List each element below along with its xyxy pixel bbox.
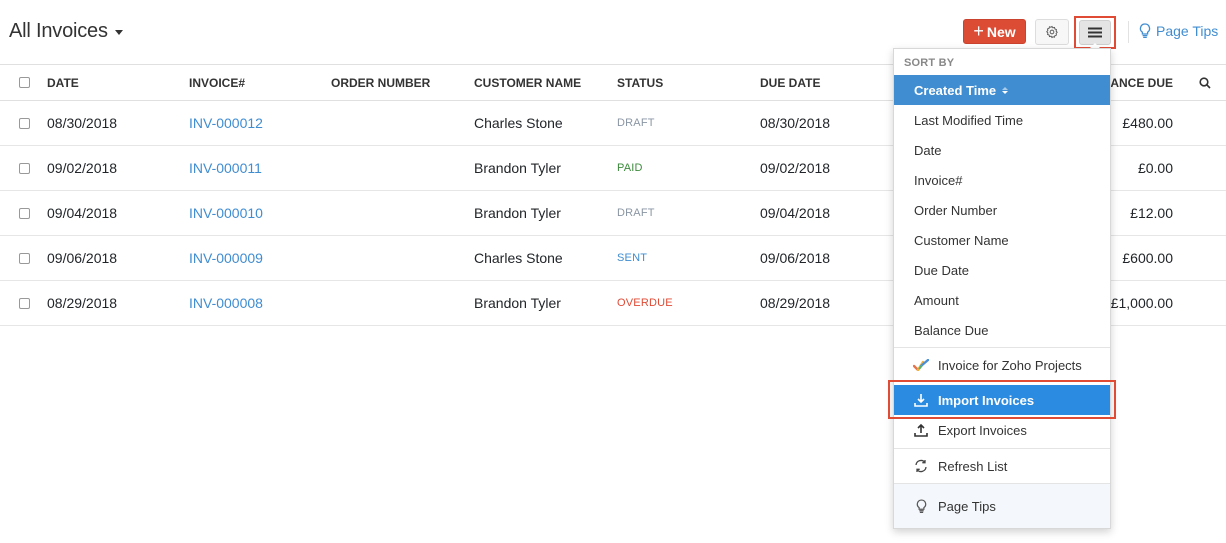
menu-item-label: Export Invoices	[938, 422, 1027, 438]
column-header-customer-name[interactable]: CUSTOMER NAME	[474, 65, 581, 100]
divider	[894, 448, 1110, 449]
column-header-due-date[interactable]: DUE DATE	[760, 65, 820, 100]
sort-option-created-time[interactable]: Created Time	[894, 75, 1110, 105]
customer-name: Brandon Tyler	[474, 295, 561, 311]
sort-option-label: Date	[914, 142, 942, 158]
due-date: 08/29/2018	[760, 295, 831, 311]
new-invoice-button[interactable]: + New	[963, 19, 1026, 44]
new-button-label: New	[986, 23, 1016, 40]
refresh-icon	[912, 459, 930, 473]
status-badge: OVERDUE	[617, 297, 673, 309]
divider	[1128, 21, 1129, 43]
sort-option-label: Last Modified Time	[914, 112, 1024, 128]
sort-direction-icon[interactable]	[1002, 86, 1009, 94]
balance-due: £600.00	[1122, 250, 1173, 266]
zoho-projects-icon	[912, 359, 930, 371]
menu-item-page-tips[interactable]: Page Tips	[894, 484, 1110, 528]
search-button[interactable]	[1199, 65, 1211, 100]
invoice-number-link[interactable]: INV-000010	[189, 191, 263, 235]
sort-option-invoice[interactable]: Invoice#	[894, 165, 1110, 195]
export-icon	[912, 423, 930, 437]
invoice-date: 09/04/2018	[47, 205, 118, 221]
sort-option-date[interactable]: Date	[894, 135, 1110, 165]
customer-name: Brandon Tyler	[474, 205, 561, 221]
hamburger-icon	[1088, 27, 1102, 38]
invoice-number-link[interactable]: INV-000009	[189, 236, 263, 280]
row-checkbox[interactable]	[19, 101, 31, 145]
sort-option-label: Customer Name	[914, 232, 1009, 248]
menu-item-label: Refresh List	[938, 458, 1008, 474]
row-checkbox[interactable]	[19, 281, 31, 325]
customer-name: Charles Stone	[474, 250, 563, 266]
column-header-balance-due[interactable]: LANCE DUE	[1103, 65, 1173, 100]
invoice-number-link[interactable]: INV-000008	[189, 281, 263, 325]
sort-option-label: Order Number	[914, 202, 998, 218]
sort-option-label: Invoice#	[914, 172, 963, 188]
divider	[894, 347, 1110, 348]
more-options-button[interactable]	[1079, 20, 1111, 45]
due-date: 09/06/2018	[760, 250, 831, 266]
invoice-date: 09/06/2018	[47, 250, 118, 266]
search-icon	[1199, 76, 1211, 89]
view-selector[interactable]: All Invoices	[9, 20, 123, 43]
sort-option-customer-name[interactable]: Customer Name	[894, 225, 1110, 255]
balance-due: £0.00	[1137, 160, 1173, 176]
page-title: All Invoices	[9, 20, 108, 42]
row-checkbox[interactable]	[19, 191, 31, 235]
status-badge: DRAFT	[617, 207, 655, 219]
customer-name: Charles Stone	[474, 115, 563, 131]
lightbulb-icon	[1139, 23, 1151, 39]
sort-option-due-date[interactable]: Due Date	[894, 255, 1110, 285]
sort-option-label: Amount	[914, 292, 959, 308]
status-badge: DRAFT	[617, 117, 655, 129]
column-header-date[interactable]: DATE	[47, 65, 79, 100]
invoice-date: 08/29/2018	[47, 295, 118, 311]
sort-option-amount[interactable]: Amount	[894, 285, 1110, 315]
column-header-invoice[interactable]: INVOICE#	[189, 65, 245, 100]
customer-name: Brandon Tyler	[474, 160, 561, 176]
invoice-date: 08/30/2018	[47, 115, 118, 131]
balance-due: £12.00	[1130, 205, 1173, 221]
settings-button[interactable]	[1035, 19, 1069, 45]
menu-item-label: Invoice for Zoho Projects	[938, 357, 1082, 373]
menu-item-import-invoices[interactable]: Import Invoices	[894, 385, 1110, 415]
invoice-date: 09/02/2018	[47, 160, 118, 176]
row-checkbox[interactable]	[19, 236, 31, 280]
status-badge: SENT	[617, 252, 648, 264]
caret-down-icon	[114, 30, 123, 35]
balance-due: £480.00	[1122, 115, 1173, 131]
menu-item-export-invoices[interactable]: Export Invoices	[894, 415, 1110, 445]
balance-due: £1,000.00	[1110, 295, 1173, 311]
menu-item-refresh-list[interactable]: Refresh List	[894, 450, 1110, 482]
page-tips-link[interactable]: Page Tips	[1139, 23, 1218, 39]
gear-icon	[1046, 25, 1058, 39]
sort-option-label: Created Time	[914, 82, 997, 98]
menu-item-label: Page Tips	[938, 498, 996, 514]
more-options-dropdown: SORT BY Created Time Last Modified Time Da…	[893, 48, 1111, 529]
row-checkbox[interactable]	[19, 146, 31, 190]
sort-by-label: SORT BY	[904, 57, 955, 69]
lightbulb-icon	[912, 498, 930, 514]
sort-option-label: Balance Due	[914, 322, 989, 338]
plus-icon: +	[973, 20, 984, 41]
status-badge: PAID	[617, 162, 643, 174]
due-date: 09/04/2018	[760, 205, 831, 221]
page-tips-label: Page Tips	[1156, 23, 1219, 39]
menu-item-invoice-for-zoho-projects[interactable]: Invoice for Zoho Projects	[894, 350, 1110, 380]
sort-option-order-number[interactable]: Order Number	[894, 195, 1110, 225]
sort-option-balance-due[interactable]: Balance Due	[894, 315, 1110, 345]
sort-option-last-modified-time[interactable]: Last Modified Time	[894, 105, 1110, 135]
menu-item-label: Import Invoices	[938, 392, 1035, 408]
due-date: 09/02/2018	[760, 160, 831, 176]
invoice-number-link[interactable]: INV-000011	[189, 146, 262, 190]
invoice-number-link[interactable]: INV-000012	[189, 101, 263, 145]
import-icon	[912, 393, 930, 407]
column-header-order-number[interactable]: ORDER NUMBER	[331, 65, 430, 100]
column-header-status[interactable]: STATUS	[617, 65, 663, 100]
sort-option-label: Due Date	[914, 262, 969, 278]
select-all-checkbox[interactable]	[19, 65, 31, 100]
due-date: 08/30/2018	[760, 115, 831, 131]
